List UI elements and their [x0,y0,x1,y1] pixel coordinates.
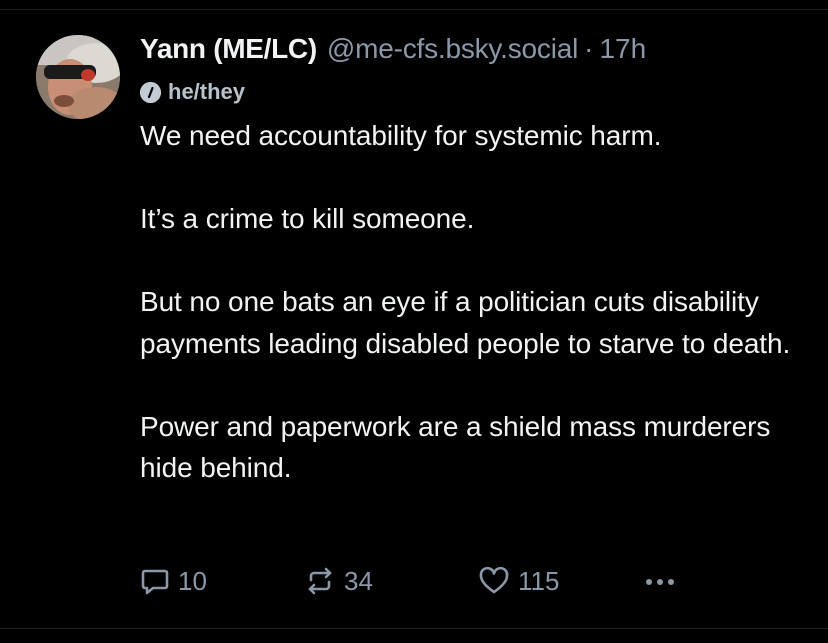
more-icon [646,579,674,585]
more-options-button[interactable] [642,563,686,599]
repost-button[interactable]: 34 [304,563,373,599]
repost-count: 34 [344,565,373,596]
like-count: 115 [518,565,560,596]
bottom-divider [0,628,828,629]
top-divider [0,9,828,10]
repost-icon [308,567,332,595]
post-header: Yann (ME/LC) @me-cfs.bsky.social · 17h [140,33,812,77]
post-paragraph: It’s a crime to kill someone. [140,203,475,234]
post-timestamp[interactable]: 17h [599,33,646,65]
heart-icon [479,566,509,594]
author-display-name[interactable]: Yann (ME/LC) [140,33,317,65]
reply-count: 10 [178,565,207,596]
pronouns: he/they [168,79,246,104]
post-body: We need accountability for systemic harm… [140,115,812,489]
post-actions: 10 34 115 [140,563,700,599]
post[interactable]: Yann (ME/LC) @me-cfs.bsky.social · 17h h… [140,33,812,489]
avatar[interactable] [36,35,120,119]
pronouns-row: he/they [140,77,812,107]
like-button[interactable]: 115 [478,563,559,599]
separator-dot: · [584,33,594,64]
reply-button[interactable]: 10 [140,563,207,599]
reply-icon [141,569,169,595]
post-paragraph: We need accountability for systemic harm… [140,120,662,151]
post-paragraph: But no one bats an eye if a politician c… [140,286,791,359]
author-handle[interactable]: @me-cfs.bsky.social [327,33,578,65]
post-paragraph: Power and paperwork are a shield mass mu… [140,410,771,484]
info-icon [140,81,161,103]
